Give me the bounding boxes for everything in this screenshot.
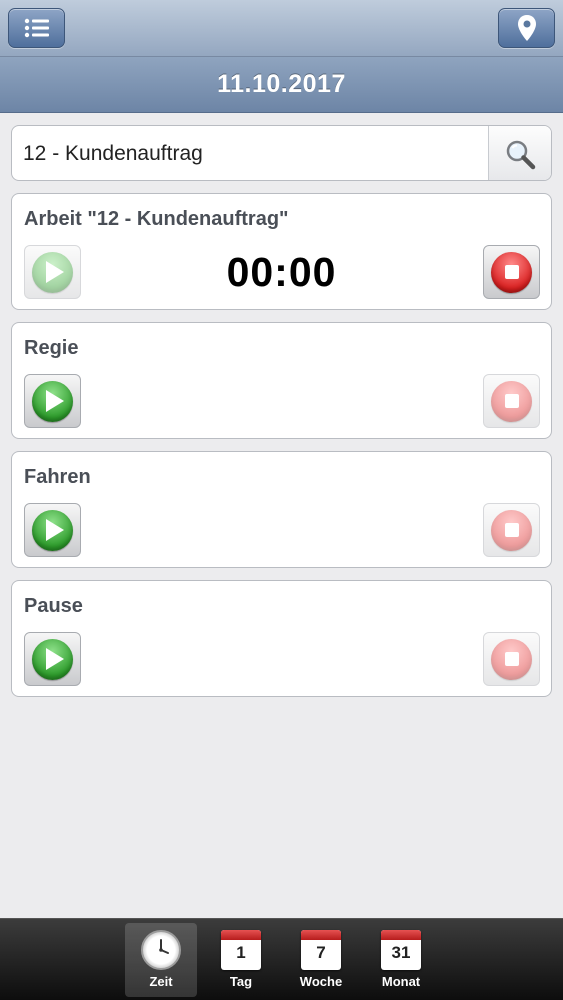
tab-label: Woche [299, 974, 343, 989]
play-icon [32, 509, 73, 551]
list-icon [24, 18, 49, 38]
card-title: Pause [24, 595, 83, 617]
calendar-icon: 1 [221, 930, 261, 970]
tab-monat[interactable]: 31 Monat [365, 923, 437, 997]
card-regie: Regie [11, 322, 552, 439]
stop-button-fahren[interactable] [483, 503, 540, 557]
start-button-pause[interactable] [24, 632, 81, 686]
calendar-icon: 7 [301, 930, 341, 970]
card-arbeit: Arbeit "12 - Kundenauftrag" 00:00 [11, 193, 552, 310]
date-header: 11.10.2017 [0, 57, 563, 113]
order-search-field[interactable]: 12 - Kundenauftrag [11, 125, 552, 181]
tab-label: Zeit [149, 974, 173, 989]
search-button[interactable] [488, 126, 551, 180]
play-icon [32, 638, 73, 680]
calendar-day: 31 [391, 943, 411, 962]
map-pin-icon [517, 15, 536, 41]
stop-button-arbeit[interactable] [483, 245, 540, 299]
card-pause: Pause [11, 580, 552, 697]
stop-icon [491, 638, 532, 680]
start-button-fahren[interactable] [24, 503, 81, 557]
search-input[interactable]: 12 - Kundenauftrag [23, 126, 203, 180]
card-title: Fahren [24, 466, 91, 488]
elapsed-timer: 00:00 [226, 249, 337, 295]
stop-button-pause[interactable] [483, 632, 540, 686]
calendar-day: 1 [236, 943, 246, 962]
card-title: Arbeit "12 - Kundenauftrag" [24, 208, 289, 230]
location-button[interactable] [498, 8, 555, 48]
bottom-tab-bar: Zeit 1 Tag 7 Woche 31 Monat [0, 918, 563, 1000]
tab-label: Monat [381, 974, 421, 989]
tab-zeit[interactable]: Zeit [125, 923, 197, 997]
stop-icon [491, 509, 532, 551]
menu-button[interactable] [8, 8, 65, 48]
date-title: 11.10.2017 [217, 70, 346, 98]
stop-icon [491, 251, 532, 293]
start-button-regie[interactable] [24, 374, 81, 428]
top-toolbar [0, 0, 563, 57]
tab-label: Tag [229, 974, 253, 989]
play-icon [32, 380, 73, 422]
search-icon [506, 140, 536, 170]
clock-icon [141, 930, 181, 970]
card-fahren: Fahren [11, 451, 552, 568]
tab-woche[interactable]: 7 Woche [285, 923, 357, 997]
calendar-day: 7 [316, 943, 326, 962]
tab-tag[interactable]: 1 Tag [205, 923, 277, 997]
stop-button-regie[interactable] [483, 374, 540, 428]
calendar-icon: 31 [381, 930, 421, 970]
stop-icon [491, 380, 532, 422]
card-title: Regie [24, 337, 79, 359]
